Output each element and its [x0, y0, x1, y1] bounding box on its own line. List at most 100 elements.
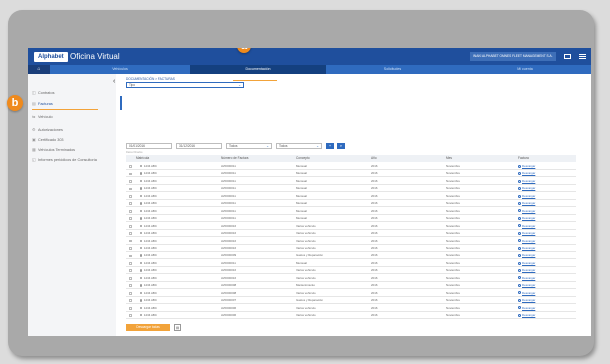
- tab-solicitudes[interactable]: Solicitudes: [326, 65, 459, 74]
- breadcrumb[interactable]: DOCUMENTACIÓN > FACTURAS: [126, 77, 175, 81]
- table-row[interactable]: 1234 ABC AVF000016 Varios vehículo 2016 Novi…: [126, 230, 576, 238]
- row-checkbox[interactable]: [129, 299, 132, 303]
- year-cell: 2016: [371, 164, 378, 168]
- table-row[interactable]: 1234 ABC AVF000006 Varios vehículo 2016 Novi…: [126, 305, 576, 312]
- row-checkbox[interactable]: [129, 224, 132, 228]
- row-checkbox[interactable]: [129, 187, 132, 191]
- table-row[interactable]: 1234 ABC AVF000011 Mensual 2016 Noviembre Des…: [126, 193, 576, 200]
- download-link[interactable]: Descargar: [518, 275, 535, 282]
- table-row[interactable]: 1234 ABC AVF000011 Mensual 2016 Noviembre Des…: [126, 200, 576, 208]
- download-icon: [518, 194, 521, 198]
- row-checkbox[interactable]: [129, 165, 132, 168]
- sidebar-item-contratos[interactable]: ◫ Contratos: [32, 90, 54, 97]
- table-row[interactable]: 1234 ABC AVF000011 Mensual 2016 Noviembre Des…: [126, 163, 576, 170]
- sidebar-item-vehiculos-terminados[interactable]: ▦ Vehículos Terminados: [32, 147, 75, 154]
- user-selector[interactable]: INAKI ALPHABET OMNES FLEET MANAGEMENT S.…: [470, 52, 556, 61]
- download-link[interactable]: Descargar: [518, 193, 535, 200]
- download-link[interactable]: Descargar: [518, 163, 535, 170]
- download-link[interactable]: Descargar: [518, 238, 535, 245]
- download-link[interactable]: Descargar: [518, 305, 535, 312]
- table-row[interactable]: 1234 ABC AVF000016 Varios vehículo 2016 Novi…: [126, 267, 576, 275]
- row-checkbox[interactable]: [129, 172, 132, 176]
- column-header-ano[interactable]: Año: [371, 155, 377, 162]
- download-link[interactable]: Descargar: [518, 245, 535, 252]
- sidebar-item-autorizaciones[interactable]: ⚙ Autorizaciones: [32, 127, 63, 134]
- date-from-field[interactable]: 01/01/2016: [126, 143, 172, 149]
- download-link[interactable]: Descargar: [518, 185, 535, 192]
- row-checkbox[interactable]: [129, 254, 132, 258]
- table-row[interactable]: 1234 ABC AVF000016 Varios vehículo 2016 Novi…: [126, 245, 576, 252]
- plate-value: 1234 ABC: [143, 208, 157, 213]
- download-link[interactable]: Descargar: [518, 290, 535, 297]
- table-row[interactable]: 1234 ABC AVF000009 Gastos y Reparación 2016…: [126, 252, 576, 260]
- download-link[interactable]: Descargar: [518, 312, 535, 319]
- mail-icon[interactable]: [564, 54, 571, 59]
- sidebar-item-facturas[interactable]: ▤ Facturas: [32, 101, 53, 108]
- table-row[interactable]: 1234 ABC AVF000011 Mensual 2016 Noviembre Des…: [126, 178, 576, 185]
- row-checkbox[interactable]: [129, 232, 132, 236]
- tab-vehiculos[interactable]: Vehículos: [50, 65, 190, 74]
- chevron-left-icon[interactable]: ‹: [113, 78, 115, 85]
- add-filter-button[interactable]: +: [326, 143, 334, 149]
- download-link[interactable]: Descargar: [518, 267, 535, 274]
- alphabet-logo[interactable]: Alphabet: [34, 52, 68, 62]
- table-row[interactable]: 1234 ABC AVF000008 Mantenimiento 2016 Noviem…: [126, 282, 576, 290]
- column-header-mes[interactable]: Mes: [446, 155, 452, 162]
- table-row[interactable]: 1234 ABC AVF000007 Gastos y Reparación 2016…: [126, 297, 576, 305]
- row-checkbox[interactable]: [129, 209, 132, 213]
- table-row[interactable]: 1234 ABC AVF000011 Mensual 2016 Noviembre Des…: [126, 215, 576, 223]
- column-header-matricula[interactable]: Matrícula: [136, 155, 149, 162]
- download-link[interactable]: Descargar: [518, 297, 535, 304]
- row-checkbox[interactable]: [129, 314, 132, 317]
- row-checkbox[interactable]: [129, 276, 132, 280]
- column-header-concepto[interactable]: Concepto: [296, 155, 310, 162]
- filter-select-a[interactable]: Todos ⌄: [226, 143, 272, 149]
- download-link[interactable]: Descargar: [518, 208, 535, 215]
- download-link[interactable]: Descargar: [518, 200, 535, 207]
- column-header-numero-factura[interactable]: Número de Factura: [221, 155, 248, 162]
- tab-mi-cuenta[interactable]: Mi cuenta: [459, 65, 591, 74]
- sidebar-item-informes[interactable]: ◱ Informes periódicos de Consultoría: [32, 157, 97, 164]
- download-link[interactable]: Descargar: [518, 178, 535, 185]
- table-row[interactable]: 1234 ABC AVF000011 Mensual 2016 Noviembre Des…: [126, 208, 576, 215]
- table-row[interactable]: 1234 ABC AVF000016 Varios vehículo 2016 Novi…: [126, 238, 576, 245]
- table-row[interactable]: 1234 ABC AVF000006 Varios vehículo 2016 Novi…: [126, 312, 576, 319]
- sidebar-item-vehiculo[interactable]: ⇆ Vehículo: [32, 114, 53, 121]
- download-link[interactable]: Descargar: [518, 252, 535, 259]
- table-row[interactable]: 1234 ABC AVF000008 Varios vehículo 2016 Novi…: [126, 290, 576, 297]
- download-icon: [518, 172, 521, 176]
- row-checkbox[interactable]: [129, 262, 132, 265]
- download-link[interactable]: Descargar: [518, 170, 535, 177]
- table-row[interactable]: 1234 ABC AVF000016 Varios vehículo 2016 Novi…: [126, 275, 576, 282]
- sidebar-item-certificado[interactable]: ▣ Certificado 303: [32, 137, 64, 144]
- row-checkbox[interactable]: [129, 217, 132, 221]
- download-link[interactable]: Descargar: [518, 223, 535, 230]
- row-checkbox[interactable]: [129, 306, 132, 310]
- home-icon[interactable]: ⌂: [28, 65, 50, 74]
- row-checkbox[interactable]: [129, 202, 132, 206]
- row-checkbox[interactable]: [129, 284, 132, 288]
- row-checkbox[interactable]: [129, 247, 132, 250]
- filter-select-b[interactable]: Todos ⌄: [276, 143, 322, 149]
- download-link[interactable]: Descargar: [518, 215, 535, 222]
- row-checkbox[interactable]: [129, 239, 132, 243]
- row-checkbox[interactable]: [129, 180, 132, 183]
- table-row[interactable]: 1234 ABC AVF000011 Mensual 2016 Noviembre Des…: [126, 260, 576, 267]
- hamburger-menu-icon[interactable]: [579, 54, 586, 59]
- type-select[interactable]: Tipo ⌄: [126, 82, 244, 88]
- download-link[interactable]: Descargar: [518, 230, 535, 237]
- row-checkbox[interactable]: [129, 291, 132, 295]
- pdf-icon[interactable]: ▤: [174, 324, 181, 331]
- date-to-field[interactable]: 31/12/2016: [176, 143, 222, 149]
- download-link[interactable]: Descargar: [518, 282, 535, 289]
- download-link[interactable]: Descargar: [518, 260, 535, 267]
- download-all-button[interactable]: Descargar todas: [126, 324, 170, 331]
- plate-value: 1234 ABC: [143, 260, 157, 265]
- table-row[interactable]: 1234 ABC AVF000011 Mensual 2016 Noviembre Des…: [126, 170, 576, 178]
- table-row[interactable]: 1234 ABC AVF000011 Mensual 2016 Noviembre Des…: [126, 185, 576, 193]
- table-row[interactable]: 1234 ABC AVF000016 Varios vehículo 2016 Novi…: [126, 223, 576, 230]
- tab-documentacion[interactable]: Documentación: [190, 65, 326, 74]
- row-checkbox[interactable]: [129, 269, 132, 273]
- search-button[interactable]: ⌕: [337, 143, 345, 149]
- row-checkbox[interactable]: [129, 194, 132, 198]
